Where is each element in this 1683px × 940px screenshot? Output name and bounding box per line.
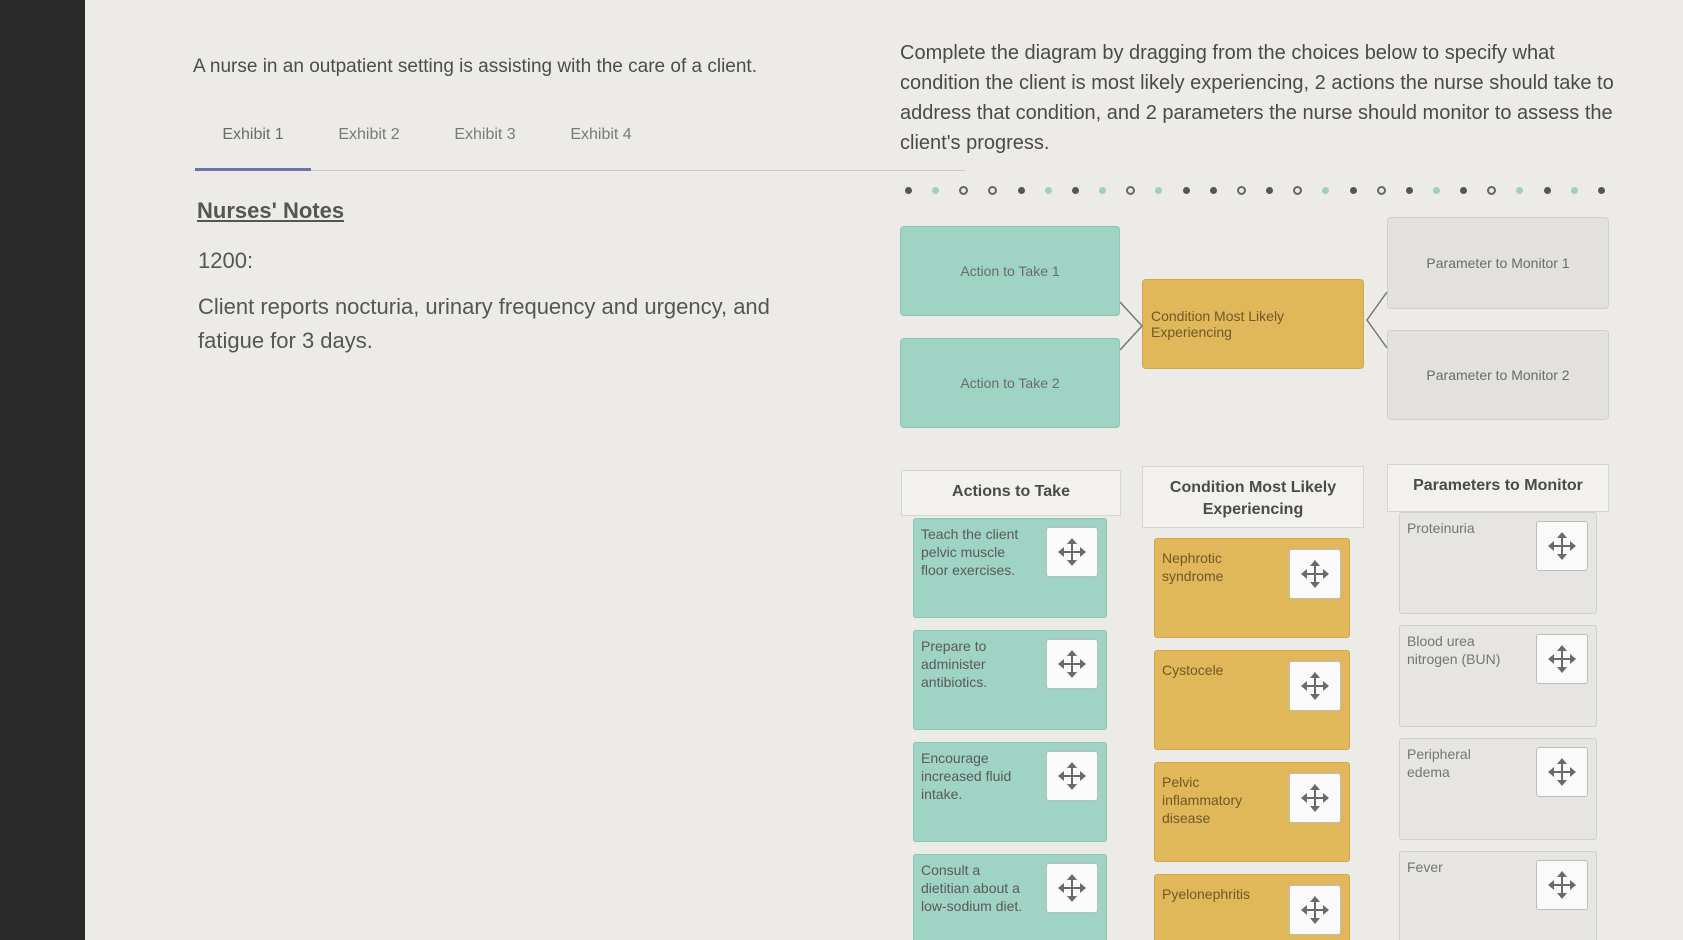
connector-right: [1366, 291, 1388, 349]
drag-handle-icon[interactable]: [1536, 860, 1588, 910]
condition-column-header: Condition Most Likely Experiencing: [1142, 466, 1364, 528]
choice-label: Proteinuria: [1407, 520, 1475, 536]
divider-dot: [1209, 186, 1217, 194]
drag-handle-icon[interactable]: [1289, 773, 1341, 823]
choice-label: Nephrotic syndrome: [1162, 550, 1224, 584]
divider-dots: [905, 182, 1605, 198]
divider-dot: [1017, 186, 1025, 194]
choice-card-condition[interactable]: Nephrotic syndrome: [1154, 538, 1350, 638]
choice-card-parameter[interactable]: Peripheral edema: [1399, 738, 1597, 840]
choice-label: Cystocele: [1162, 662, 1224, 678]
divider-dot: [1044, 186, 1052, 194]
choice-label: Consult a dietitian about a low-sodium d…: [921, 862, 1023, 914]
divider-dot: [1432, 186, 1440, 194]
drop-slot-condition[interactable]: Condition Most Likely Experiencing: [1142, 279, 1364, 369]
choice-label: Peripheral edema: [1407, 746, 1471, 780]
drag-handle-icon[interactable]: [1289, 885, 1341, 935]
choice-card-action[interactable]: Consult a dietitian about a low-sodium d…: [913, 854, 1107, 940]
notes-text: Client reports nocturia, urinary frequen…: [198, 294, 770, 353]
divider-dot: [959, 185, 969, 195]
drag-handle-icon[interactable]: [1536, 634, 1588, 684]
choice-label: Encourage increased fluid intake.: [921, 750, 1012, 802]
drag-handle-icon[interactable]: [1046, 527, 1098, 577]
drag-handle-icon[interactable]: [1046, 751, 1098, 801]
connector-left: [1120, 301, 1144, 351]
notes-title: Nurses' Notes: [197, 198, 345, 223]
choice-card-action[interactable]: Prepare to administer antibiotics.: [913, 630, 1107, 730]
question-screen: A nurse in an outpatient setting is assi…: [85, 0, 1683, 940]
drag-handle-icon[interactable]: [1536, 521, 1588, 571]
actions-column-header: Actions to Take: [901, 470, 1121, 516]
tab-exhibit-3[interactable]: Exhibit 3: [427, 126, 543, 168]
divider-dot: [1543, 186, 1551, 194]
exhibit-tabs: Exhibit 1 Exhibit 2 Exhibit 3 Exhibit 4: [195, 120, 965, 171]
choice-card-parameter[interactable]: Blood urea nitrogen (BUN): [1399, 625, 1597, 727]
divider-dot: [1405, 186, 1413, 194]
choice-label: Teach the client pelvic muscle floor exe…: [921, 526, 1019, 578]
choice-card-action[interactable]: Encourage increased fluid intake.: [913, 742, 1107, 842]
divider-dot: [1460, 186, 1468, 194]
question-stem: A nurse in an outpatient setting is assi…: [193, 56, 757, 77]
divider-dot: [1516, 186, 1524, 194]
choice-label: Pyelonephritis: [1162, 886, 1250, 902]
choice-label: Prepare to administer antibiotics.: [921, 638, 988, 690]
choice-card-condition[interactable]: Pyelonephritis: [1154, 874, 1350, 940]
choice-label: Blood urea nitrogen (BUN): [1407, 633, 1501, 667]
choice-card-parameter[interactable]: Fever: [1399, 851, 1597, 940]
drag-handle-icon[interactable]: [1046, 863, 1098, 913]
drop-slot-action-2[interactable]: Action to Take 2: [900, 338, 1120, 428]
divider-dot: [1349, 186, 1357, 194]
divider-dot: [905, 186, 912, 194]
divider-dot: [1570, 186, 1578, 194]
drag-handle-icon[interactable]: [1289, 661, 1341, 711]
parameters-column-header: Parameters to Monitor: [1387, 464, 1609, 512]
divider-dot: [1597, 186, 1605, 194]
divider-dot: [1126, 185, 1136, 195]
drag-handle-icon[interactable]: [1046, 639, 1098, 689]
choice-card-parameter[interactable]: Proteinuria: [1399, 512, 1597, 614]
divider-dot: [1099, 186, 1107, 194]
choice-card-condition[interactable]: Pelvic inflammatory disease: [1154, 762, 1350, 862]
divider-dot: [932, 186, 940, 194]
tab-exhibit-2[interactable]: Exhibit 2: [311, 126, 427, 168]
instructions: Complete the diagram by dragging from th…: [900, 42, 1614, 154]
choice-card-action[interactable]: Teach the client pelvic muscle floor exe…: [913, 518, 1107, 618]
drop-slot-parameter-1[interactable]: Parameter to Monitor 1: [1387, 217, 1609, 309]
divider-dot: [1376, 185, 1386, 195]
divider-dot: [1322, 186, 1330, 194]
drop-slot-action-1[interactable]: Action to Take 1: [900, 226, 1120, 316]
notes-time: 1200:: [198, 248, 254, 273]
drop-slot-parameter-2[interactable]: Parameter to Monitor 2: [1387, 330, 1609, 420]
choice-label: Fever: [1407, 859, 1443, 875]
tab-exhibit-1[interactable]: Exhibit 1: [195, 126, 311, 171]
divider-dot: [1266, 186, 1274, 194]
divider-dot: [1487, 185, 1497, 195]
choice-card-condition[interactable]: Cystocele: [1154, 650, 1350, 750]
divider-dot: [1071, 186, 1079, 194]
divider-dot: [988, 185, 998, 195]
tab-exhibit-4[interactable]: Exhibit 4: [543, 126, 659, 168]
drag-handle-icon[interactable]: [1289, 549, 1341, 599]
divider-dot: [1236, 185, 1246, 195]
divider-dot: [1293, 185, 1303, 195]
drag-handle-icon[interactable]: [1536, 747, 1588, 797]
divider-dot: [1182, 186, 1190, 194]
divider-dot: [1155, 186, 1163, 194]
choice-label: Pelvic inflammatory disease: [1162, 774, 1243, 826]
